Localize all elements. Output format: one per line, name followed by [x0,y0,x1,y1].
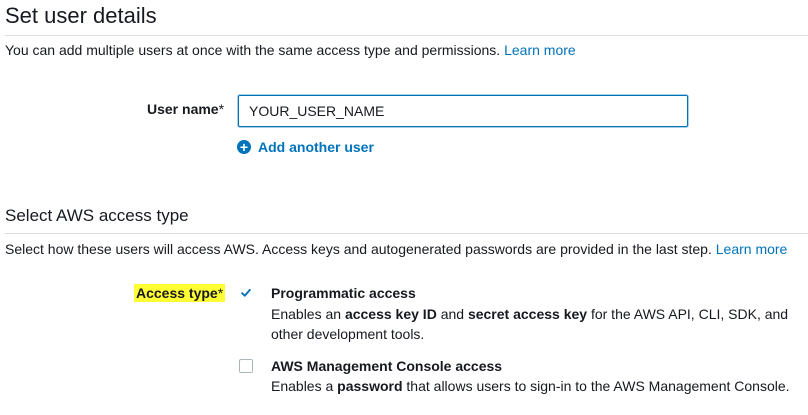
user-name-label-text: User name [147,101,219,117]
access-type-highlight: Access type* [134,284,226,302]
desc-text: for the AWS API, CLI, SDK, and [587,306,789,322]
section-description-text: Select how these users will access AWS. … [5,241,712,257]
programmatic-access-checkbox[interactable] [239,286,253,300]
programmatic-access-description: Enables an access key ID and secret acce… [271,304,788,344]
add-another-user-label: Add another user [258,139,374,155]
desc-bold: secret access key [467,306,588,322]
console-access-title: AWS Management Console access [271,358,503,374]
section-description: You can add multiple users at once with … [5,42,576,58]
section-divider [5,35,808,36]
console-access-checkbox[interactable] [239,359,253,373]
add-another-user-button[interactable]: + Add another user [237,139,374,155]
learn-more-link[interactable]: Learn more [504,42,576,58]
section-description-text: You can add multiple users at once with … [5,42,501,58]
desc-text: Enables an [271,306,345,322]
section-title: Select AWS access type [5,206,189,225]
desc-text: other development tools. [271,326,425,342]
user-name-input[interactable] [238,95,688,127]
user-name-label: User name* [147,101,224,117]
required-mark: * [217,285,224,301]
page-title: Set user details [5,3,157,28]
desc-text: Enables a [271,378,338,394]
access-type-label-text: Access type [136,285,218,301]
checkmark-icon [241,288,251,297]
desc-text: and [436,306,468,322]
access-type-label: Access type* [134,284,226,302]
section-description: Select how these users will access AWS. … [5,241,787,257]
desc-bold: access key ID [344,306,437,322]
section-divider [5,233,808,234]
required-mark: * [218,101,225,117]
plus-circle-icon: + [237,140,251,154]
desc-text: that allows users to sign-in to the AWS … [402,378,790,394]
console-access-description: Enables a password that allows users to … [271,376,790,396]
programmatic-access-title: Programmatic access [271,285,416,301]
desc-bold: password [337,378,403,394]
learn-more-link[interactable]: Learn more [716,241,788,257]
